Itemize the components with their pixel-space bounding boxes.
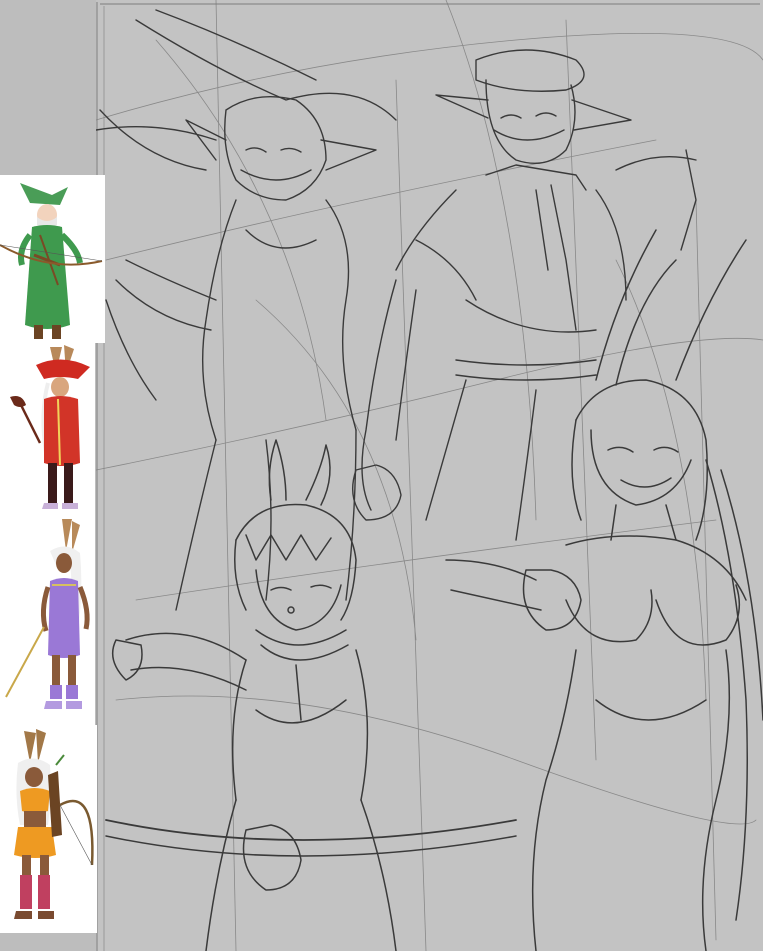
orange-viera-reference-icon [14,729,94,919]
red-mage-reference-icon [10,345,90,509]
sketch-figure-4 [445,229,763,951]
purple-viera-reference-icon [5,519,90,709]
sketch-figure-1 [96,9,397,611]
reference-panel-1 [0,175,105,343]
sketch-figure-2 [352,49,697,541]
sketch-canvas [96,0,763,951]
reference-panel-2 [0,343,95,515]
elf-archer-reference-icon [0,183,103,339]
reference-panel-3 [0,515,95,725]
construction-lines-icon [96,0,763,951]
sketch-figure-3 [105,439,517,951]
reference-panel-4 [0,725,97,933]
